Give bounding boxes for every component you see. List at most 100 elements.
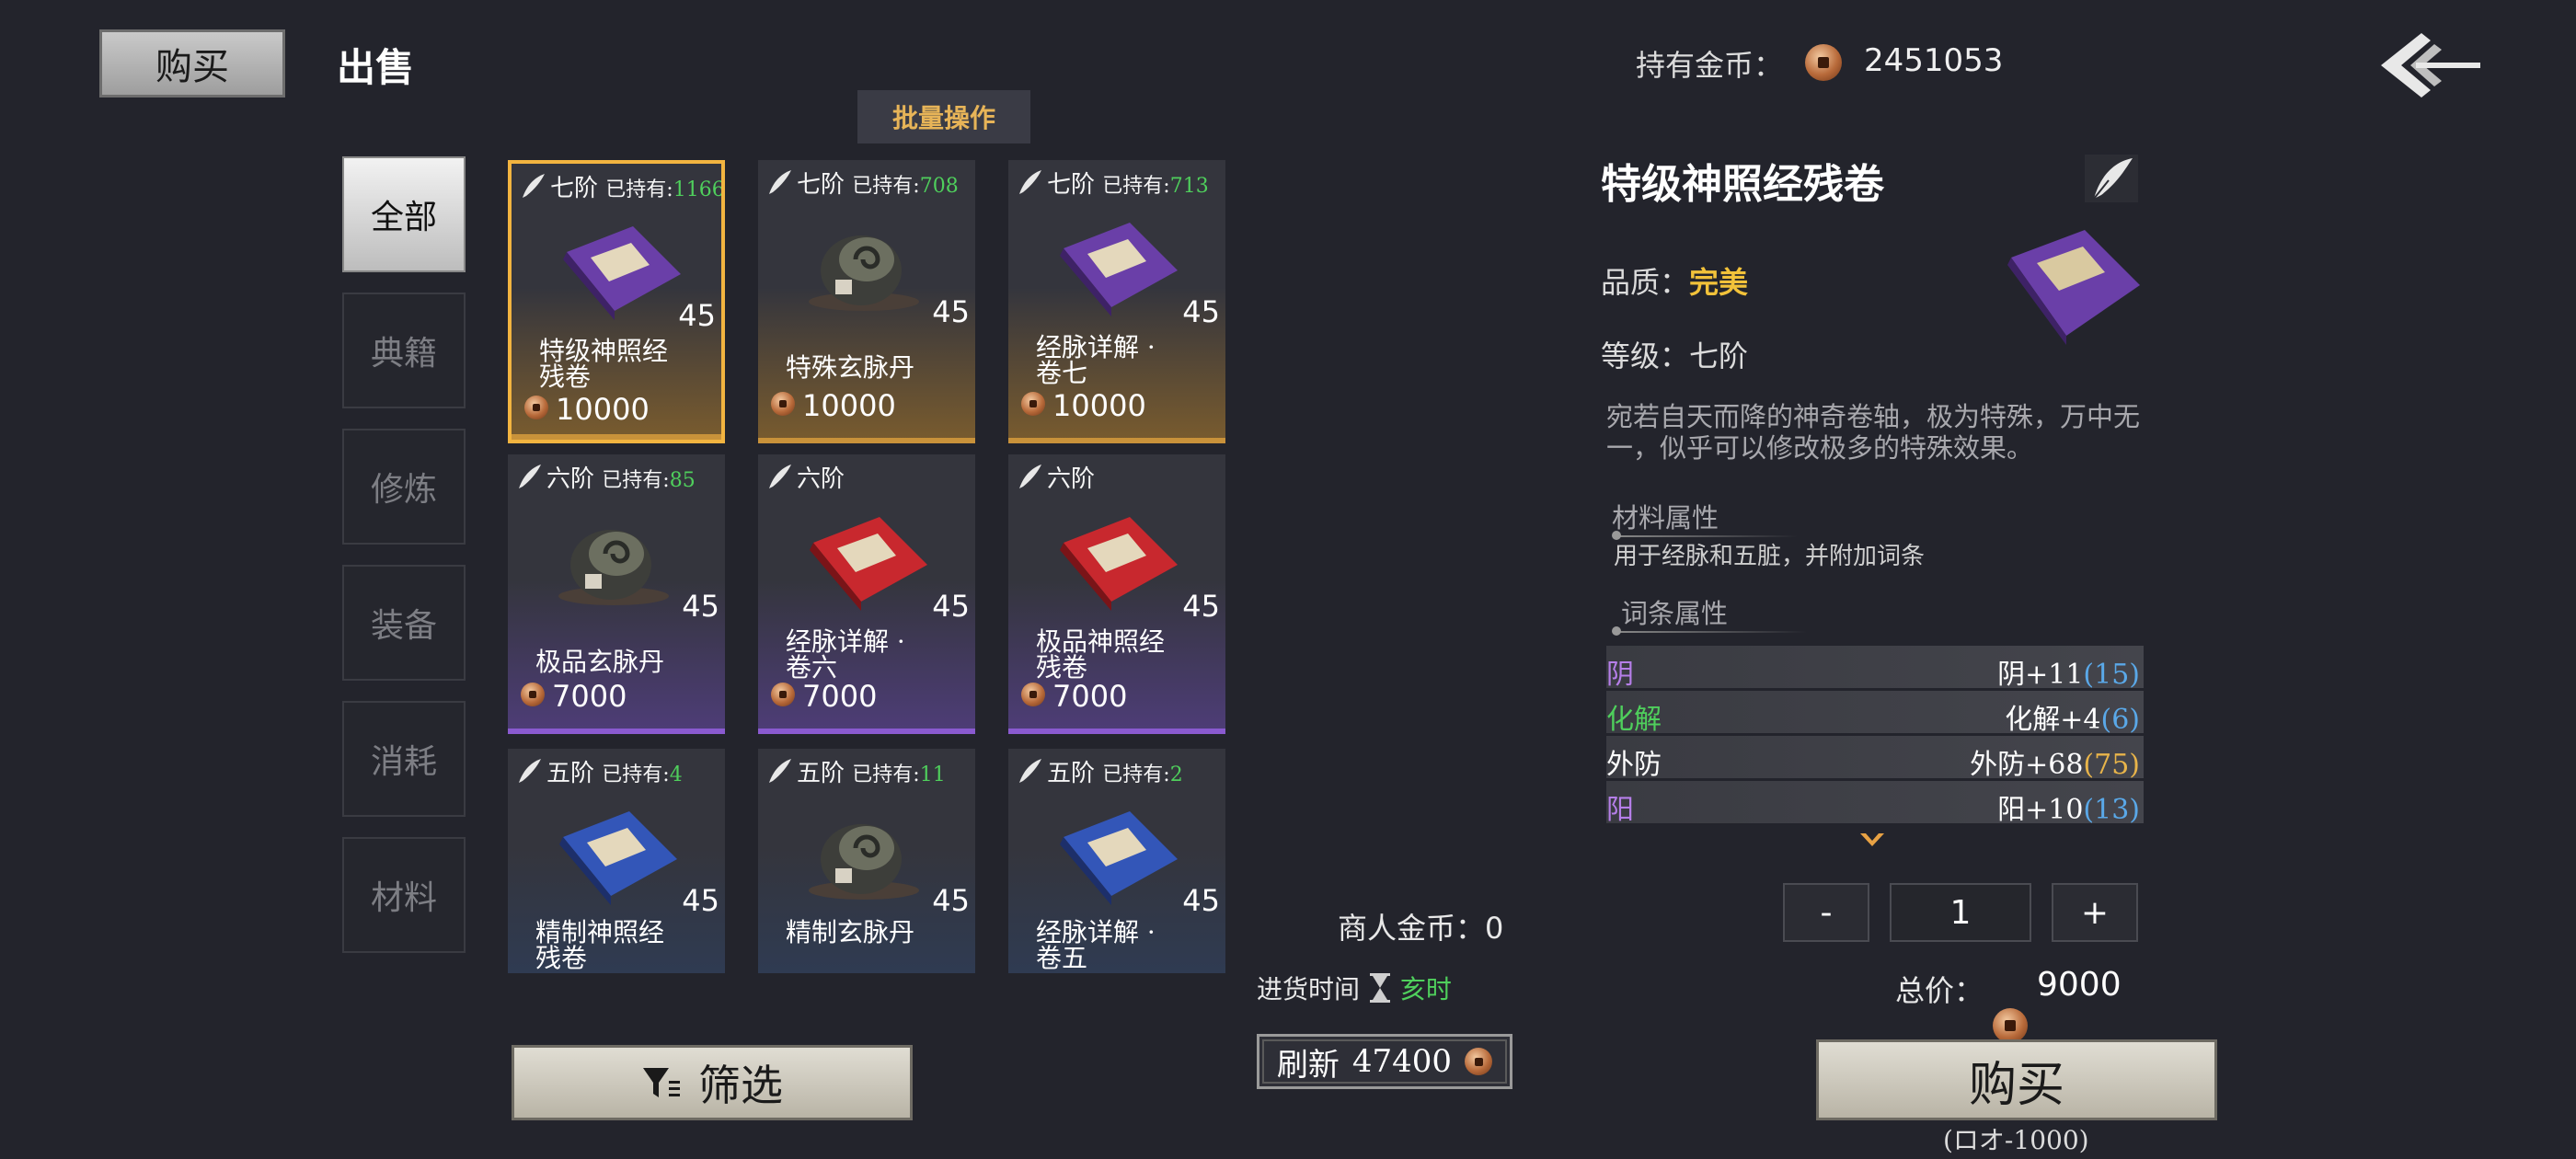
filter-label: 筛选: [698, 1061, 783, 1110]
section-dot: [1612, 626, 1621, 636]
affix-value: 外防+68(75): [1970, 741, 2140, 782]
item-image-book-red: [795, 510, 933, 614]
item-name-line1: 特殊玄脉丹: [786, 352, 915, 383]
merchant-gold: 商人金币：0: [1338, 905, 1503, 947]
coin-icon: [1021, 392, 1045, 416]
item-rank: 五阶: [546, 760, 595, 787]
item-header: 七阶 已持有:708: [765, 166, 959, 200]
tab-buy[interactable]: 购买: [99, 29, 285, 98]
quill-icon: [769, 170, 791, 194]
item-card[interactable]: 七阶 已持有:713 45 经脉详解 · 卷七 10000: [1008, 160, 1225, 443]
category-equipment[interactable]: 装备: [342, 565, 466, 681]
item-owned-label: 已持有:: [605, 178, 673, 201]
restock-label: 进货时间: [1257, 974, 1361, 1004]
item-name: 经脉详解 · 卷五: [1036, 920, 1156, 971]
item-level: 45: [932, 294, 970, 329]
coin-icon: [1021, 683, 1045, 706]
category-all[interactable]: 全部: [342, 156, 466, 272]
quill-icon: [769, 759, 791, 783]
item-rank: 七阶: [1047, 171, 1096, 199]
item-price: 7000: [552, 679, 627, 714]
refresh-button[interactable]: 刷新 47400: [1257, 1034, 1512, 1089]
rarity-bar: [1008, 438, 1225, 443]
refresh-label: 刷新: [1276, 1046, 1340, 1084]
merchant-gold-value: 0: [1485, 911, 1504, 946]
item-name-line1: 极品玄脉丹: [535, 647, 665, 677]
item-image-pot: [545, 510, 683, 614]
item-owned-count: 708: [919, 175, 959, 198]
item-image-book-red: [1045, 510, 1183, 614]
quality-value: 完美: [1689, 265, 1749, 300]
item-name-line1: 精制玄脉丹: [786, 917, 915, 947]
category-consumables[interactable]: 消耗: [342, 701, 466, 817]
item-image-book-blue: [1045, 804, 1183, 909]
chevron-down-icon[interactable]: [1858, 830, 1886, 850]
back-arrow-icon[interactable]: [2374, 24, 2484, 107]
item-owned-label: 已持有:: [852, 175, 920, 198]
item-level: 45: [932, 589, 970, 624]
category-cultivation[interactable]: 修炼: [342, 429, 466, 545]
item-name: 经脉详解 · 卷七: [1036, 335, 1156, 386]
item-card[interactable]: 五阶 已持有:2 45 经脉详解 · 卷五: [1008, 749, 1225, 973]
material-description: 用于经脉和五脏，并附加词条: [1614, 543, 1926, 570]
affix-value: 阴+11(15): [1997, 651, 2140, 692]
category-materials[interactable]: 材料: [342, 837, 466, 953]
affix-max: (75): [2083, 749, 2140, 781]
item-price: 10000: [1052, 388, 1146, 423]
item-card[interactable]: 七阶 已持有:1166 45 特级神照经 残卷 10000: [508, 160, 725, 443]
item-name-line1: 经脉详解 ·: [1036, 917, 1156, 947]
item-header: 六阶: [765, 460, 845, 494]
item-price: 10000: [802, 388, 896, 423]
quantity-input[interactable]: 1: [1890, 883, 2031, 942]
affix-max: (6): [2100, 704, 2141, 736]
item-name-line2: 卷六: [786, 652, 838, 683]
item-name: 极品玄脉丹: [535, 649, 664, 675]
item-owned-count: 713: [1169, 175, 1209, 198]
item-price: 7000: [802, 679, 878, 714]
item-owned-label: 已持有:: [602, 469, 670, 492]
coin-icon: [771, 683, 795, 706]
batch-operation-button[interactable]: 批量操作: [857, 90, 1030, 143]
quill-icon: [523, 174, 545, 198]
item-card[interactable]: 七阶 已持有:708 45 特殊玄脉丹 10000: [758, 160, 975, 443]
item-rank: 六阶: [1047, 465, 1096, 493]
restock-time-value: 亥时: [1399, 974, 1452, 1004]
total-value: 9000: [2037, 966, 2122, 1004]
affix-row: 化解 化解+4(6): [1606, 691, 2144, 736]
item-owned-label: 已持有:: [1102, 175, 1170, 198]
item-card[interactable]: 五阶 已持有:11 45 精制玄脉丹: [758, 749, 975, 973]
item-card[interactable]: 六阶 45 经脉详解 · 卷六 7000: [758, 454, 975, 734]
category-books[interactable]: 典籍: [342, 293, 466, 408]
affix-name: 化解: [1606, 704, 1662, 736]
detail-title: 特级神照经残卷: [1601, 161, 1884, 208]
quantity-minus-button[interactable]: -: [1783, 883, 1869, 942]
item-card[interactable]: 五阶 已持有:4 45 精制神照经 残卷: [508, 749, 725, 973]
quill-icon: [1019, 465, 1041, 488]
filter-button[interactable]: 筛选: [512, 1045, 913, 1120]
item-rank: 七阶: [797, 171, 845, 199]
material-section-title: 材料属性: [1612, 502, 1719, 534]
item-card[interactable]: 六阶 45 极品神照经 残卷 7000: [1008, 454, 1225, 734]
item-header: 六阶 已持有:85: [515, 460, 696, 494]
item-name: 极品神照经 残卷: [1036, 629, 1165, 681]
item-level: 45: [682, 589, 719, 624]
quality-label: 品质：: [1601, 265, 1690, 300]
hourglass-icon: [1369, 973, 1390, 1003]
affix-name: 阴: [1606, 659, 1634, 691]
tab-sell[interactable]: 出售: [337, 37, 414, 93]
item-rank: 五阶: [797, 760, 845, 787]
rarity-bar: [508, 729, 725, 734]
buy-button[interactable]: 购买: [1816, 1039, 2217, 1120]
buy-limit: (ロオ-1000): [1943, 1125, 2089, 1155]
level-value: 七阶: [1689, 339, 1749, 373]
item-price: 7000: [1052, 679, 1128, 714]
coin-icon: [1465, 1048, 1493, 1075]
affix-row: 阴 阴+11(15): [1606, 646, 2144, 691]
item-card[interactable]: 六阶 已持有:85 45 极品玄脉丹 7000: [508, 454, 725, 734]
detail-description: 宛若自天而降的神奇卷轴，极为特殊，万中无一，似乎可以修改极多的特殊效果。: [1606, 401, 2141, 464]
affix-current: 外防+68: [1970, 749, 2084, 781]
merchant-gold-label: 商人金币：: [1338, 911, 1486, 946]
quantity-plus-button[interactable]: +: [2052, 883, 2138, 942]
item-rank: 六阶: [797, 465, 845, 493]
refresh-cost: 47400: [1351, 1043, 1453, 1080]
